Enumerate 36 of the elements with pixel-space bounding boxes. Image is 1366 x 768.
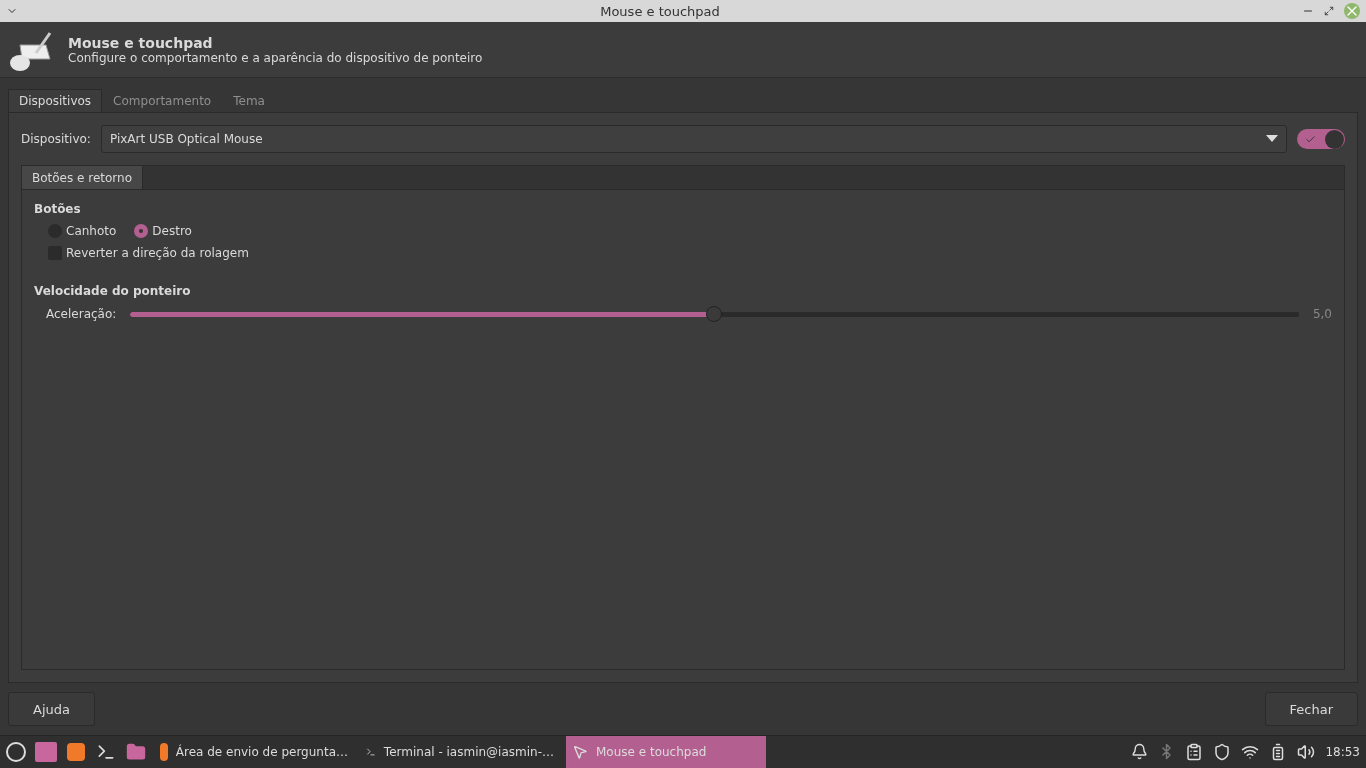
tab[interactable]: Tema [222, 89, 276, 113]
checkbox-label: Reverter a direção da rolagem [66, 246, 249, 261]
shield-icon[interactable] [1213, 743, 1232, 761]
tab[interactable]: Dispositivos [8, 89, 103, 113]
header-title: Mouse e touchpad [68, 34, 214, 51]
dropdown-arrow-icon [1266, 135, 1278, 144]
device-switch[interactable] [1297, 129, 1345, 150]
volume-icon[interactable] [1297, 743, 1316, 761]
header-subtitle: Configure o comportamento e a aparência do dispositivo de ponteiro [68, 50, 483, 65]
tab[interactable]: Comportamento [102, 89, 223, 113]
radio-button[interactable] [134, 224, 149, 239]
mouse-icon [572, 744, 588, 760]
device-dropdown[interactable]: PixArt USB Optical Mouse [100, 125, 1287, 154]
window-title: Mouse e touchpad [600, 3, 720, 19]
radio-label: Destro [152, 224, 192, 239]
maximize-icon[interactable] [1324, 6, 1334, 17]
notification-icon[interactable] [1131, 743, 1149, 761]
clock: 18:53 [1325, 745, 1360, 759]
taskbar-window-button[interactable]: Área de envio de pergunta… [154, 736, 354, 768]
section-title: Botões [34, 202, 82, 217]
dialog-button[interactable]: Fechar [1264, 692, 1358, 727]
close-icon[interactable] [1344, 3, 1360, 20]
slider-thumb[interactable] [705, 306, 722, 323]
slider-label: Aceleração: [46, 307, 117, 322]
tab[interactable]: Botões e retorno [22, 166, 144, 191]
window-icon[interactable] [34, 740, 58, 764]
slider-value: 5,0 [1312, 307, 1332, 322]
clipboard-icon[interactable] [1185, 743, 1204, 761]
terminal-icon [366, 745, 376, 759]
taskbar-window-button[interactable]: Terminal - iasmin@iasmin-… [360, 736, 560, 768]
check-icon [1305, 133, 1316, 145]
section-title: Velocidade do ponteiro [34, 284, 192, 299]
wifi-icon[interactable] [1241, 743, 1260, 761]
device-label: Dispositivo: [21, 132, 91, 147]
radio-label: Canhoto [66, 224, 117, 239]
dialog-button[interactable]: Ajuda [8, 692, 95, 727]
